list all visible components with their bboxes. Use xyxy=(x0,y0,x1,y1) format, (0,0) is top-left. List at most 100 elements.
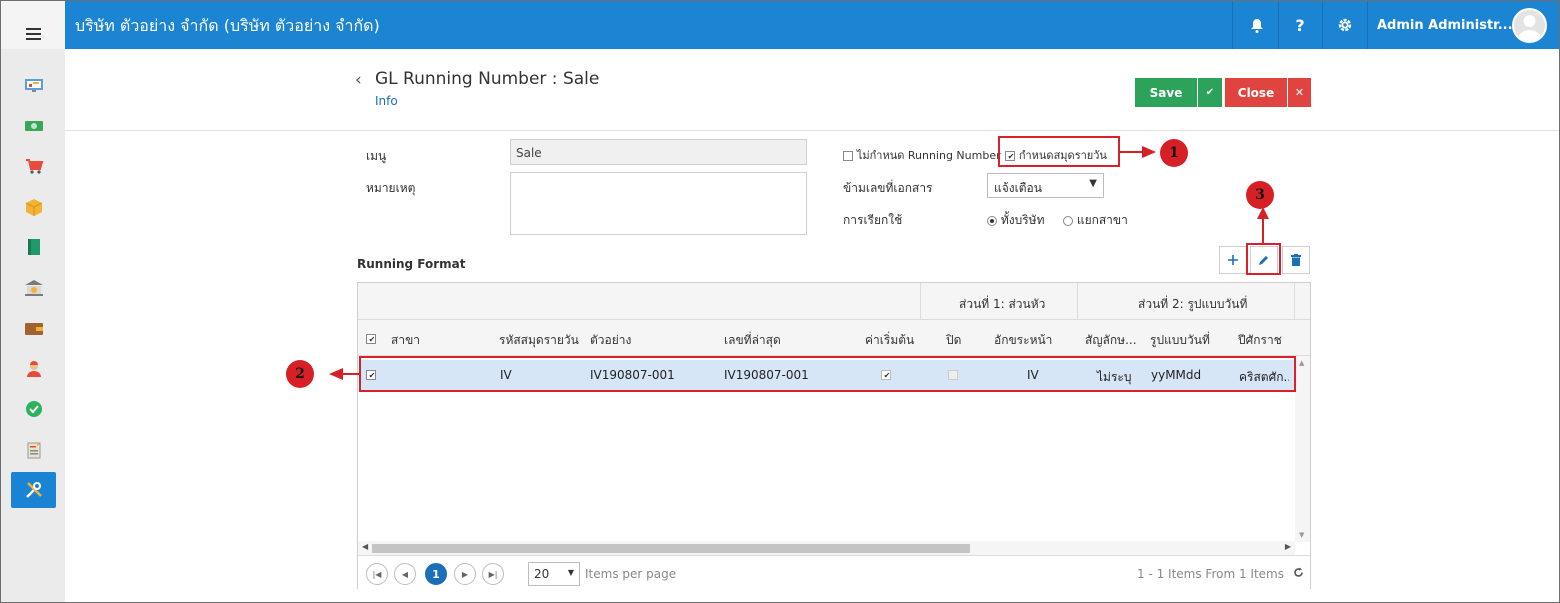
sidebar-item-cart[interactable] xyxy=(11,148,56,184)
horizontal-scrollbar[interactable]: ◀ ▶ xyxy=(358,541,1295,555)
arrow-head-2 xyxy=(329,368,343,380)
sidebar-item-wallet[interactable] xyxy=(11,310,56,346)
running-format-title: Running Format xyxy=(357,257,466,271)
grid-group-header: ส่วนที่ 1: ส่วนหัว ส่วนที่ 2: รูปแบบวันท… xyxy=(358,283,1310,320)
dashboard-icon xyxy=(24,79,43,92)
skip-doc-label: ข้ามเลขที่เอกสาร xyxy=(843,181,933,195)
scrollbar-thumb[interactable] xyxy=(372,544,970,553)
hamburger-menu-icon[interactable] xyxy=(1,1,65,49)
close-x-icon[interactable]: ✕ xyxy=(1288,78,1311,107)
plus-icon xyxy=(1228,255,1238,265)
close-button[interactable]: Close xyxy=(1225,78,1287,107)
usage-branch-option[interactable]: แยกสาขา xyxy=(1063,211,1128,230)
highlight-box-3 xyxy=(1246,243,1281,275)
col-example[interactable]: ตัวอย่าง xyxy=(590,331,631,350)
last-page-icon[interactable]: ▶| xyxy=(482,563,504,585)
help-icon[interactable]: ? xyxy=(1288,13,1312,37)
sidebar-item-bank[interactable] xyxy=(11,270,56,306)
sidebar-item-book[interactable] xyxy=(11,229,56,265)
page-number[interactable]: 1 xyxy=(425,563,447,585)
trash-icon xyxy=(1291,254,1301,266)
highlight-box-2 xyxy=(359,356,1296,392)
note-textarea[interactable] xyxy=(510,172,807,235)
pager: |◀ ◀ 1 ▶ ▶| 20 ▼ Items per page 1 - 1 It… xyxy=(358,555,1310,589)
sidebar-item-dashboard[interactable] xyxy=(11,67,56,103)
wallet-icon xyxy=(24,323,43,335)
page-title: GL Running Number : Sale xyxy=(375,69,600,89)
company-name: บริษัท ตัวอย่าง จำกัด (บริษัท ตัวอย่าง จ… xyxy=(75,16,380,35)
report-icon xyxy=(27,442,40,459)
sidebar-item-approve[interactable] xyxy=(11,391,56,427)
header-divider xyxy=(65,130,1559,131)
usage-branch-radio[interactable] xyxy=(1063,215,1073,226)
usage-company-option[interactable]: ทั้งบริษัท xyxy=(987,211,1044,230)
scroll-up-icon[interactable]: ▲ xyxy=(1299,359,1304,367)
skip-doc-select[interactable]: แจ้งเตือน ▼ xyxy=(987,173,1104,198)
tools-icon xyxy=(25,482,42,498)
scroll-down-icon[interactable]: ▼ xyxy=(1299,531,1304,539)
add-row-button[interactable] xyxy=(1219,246,1247,274)
first-page-icon[interactable]: |◀ xyxy=(366,563,388,585)
col-prefix[interactable]: อักขระหน้า xyxy=(994,331,1052,350)
scroll-left-icon[interactable]: ◀ xyxy=(362,542,368,551)
scroll-right-icon[interactable]: ▶ xyxy=(1285,542,1291,551)
cart-icon xyxy=(25,159,43,174)
bell-icon[interactable] xyxy=(1245,13,1269,37)
book-icon xyxy=(27,239,40,255)
sidebar-item-report[interactable] xyxy=(11,432,56,468)
no-running-option[interactable]: ไม่กำหนด Running Number xyxy=(843,146,1001,164)
check-circle-icon xyxy=(25,401,42,417)
app-window: บริษัท ตัวอย่าง จำกัด (บริษัท ตัวอย่าง จ… xyxy=(0,0,1560,603)
dropdown-arrow-icon: ▼ xyxy=(1089,178,1097,189)
back-chevron-icon[interactable]: ‹ xyxy=(355,70,362,90)
sidebar-item-inventory[interactable] xyxy=(11,189,56,225)
save-button[interactable]: Save xyxy=(1135,78,1197,107)
col-era[interactable]: ปีศักราช xyxy=(1238,331,1282,350)
delete-row-button[interactable] xyxy=(1282,246,1310,274)
col-last-number[interactable]: เลขที่ล่าสุด xyxy=(724,331,781,350)
highlight-box-1 xyxy=(998,136,1120,167)
sidebar xyxy=(1,1,65,602)
next-page-icon[interactable]: ▶ xyxy=(454,563,476,585)
refresh-icon[interactable] xyxy=(1293,567,1304,578)
col-symbol[interactable]: สัญลักษ... xyxy=(1085,331,1137,350)
money-icon xyxy=(24,121,43,131)
no-running-checkbox[interactable] xyxy=(843,150,853,161)
person-icon xyxy=(26,361,41,377)
avatar[interactable] xyxy=(1512,8,1547,43)
sidebar-item-settings[interactable] xyxy=(11,472,56,508)
callout-2: 2 xyxy=(286,360,314,388)
grid-column-header: สาขา รหัสสมุดรายวัน ตัวอย่าง เลขที่ล่าสุ… xyxy=(358,320,1310,356)
col-default[interactable]: ค่าเริ่มต้น xyxy=(865,331,914,350)
items-per-page-label: Items per page xyxy=(585,567,677,581)
menu-field: Sale xyxy=(510,139,807,165)
top-bar: บริษัท ตัวอย่าง จำกัด (บริษัท ตัวอย่าง จ… xyxy=(65,1,1559,49)
page-size-select[interactable]: 20 ▼ xyxy=(528,562,580,586)
callout-3: 3 xyxy=(1246,181,1274,209)
bank-icon xyxy=(24,280,43,296)
save-check-icon[interactable]: ✔ xyxy=(1198,78,1222,107)
usage-company-radio[interactable] xyxy=(987,215,997,226)
prev-page-icon[interactable]: ◀ xyxy=(394,563,416,585)
vertical-scrollbar[interactable]: ▲ ▼ xyxy=(1295,356,1310,542)
col-date-format[interactable]: รูปแบบวันที่ xyxy=(1150,331,1210,350)
user-name[interactable]: Admin Administr... xyxy=(1377,18,1513,33)
select-all-checkbox[interactable] xyxy=(366,334,377,344)
box-icon xyxy=(25,199,42,216)
info-tab[interactable]: Info xyxy=(375,94,398,108)
pager-summary: 1 - 1 Items From 1 Items xyxy=(1137,567,1284,581)
usage-label: การเรียกใช้ xyxy=(843,213,903,227)
col-branch[interactable]: สาขา xyxy=(391,331,420,350)
callout-1: 1 xyxy=(1160,139,1188,167)
col-closed[interactable]: ปิด xyxy=(946,331,961,350)
group-header-2: ส่วนที่ 2: รูปแบบวันที่ xyxy=(1138,297,1248,311)
sidebar-item-money[interactable] xyxy=(11,108,56,144)
gear-icon[interactable] xyxy=(1333,13,1357,37)
group-header-1: ส่วนที่ 1: ส่วนหัว xyxy=(959,297,1046,311)
col-journal-code[interactable]: รหัสสมุดรายวัน xyxy=(499,331,579,350)
sidebar-item-hr[interactable] xyxy=(11,351,56,387)
dropdown-arrow-icon: ▼ xyxy=(567,568,574,577)
arrow-head-1 xyxy=(1142,146,1156,158)
note-label: หมายเหตุ xyxy=(366,181,416,195)
menu-label: เมนู xyxy=(366,149,387,163)
